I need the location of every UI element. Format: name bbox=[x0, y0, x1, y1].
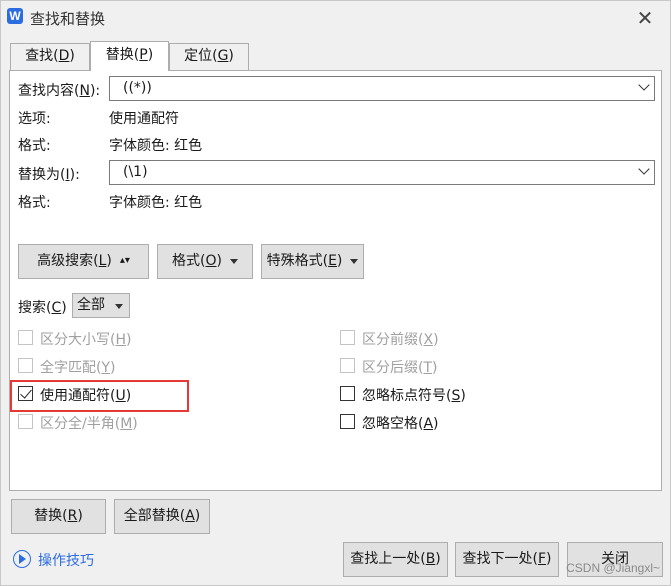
ignore-punctuation-checkbox[interactable] bbox=[340, 386, 355, 401]
search-label: 搜索(C) bbox=[18, 300, 67, 316]
replace-button-label: 替换 bbox=[34, 508, 63, 524]
search-label-key: C bbox=[51, 300, 62, 316]
match-prefix-text: 区分前缀 bbox=[362, 332, 418, 348]
width-sensitive-text: 区分全/半角 bbox=[40, 416, 115, 432]
special-format-button[interactable]: 特殊格式(E) bbox=[261, 244, 364, 279]
special-format-key: E bbox=[328, 253, 337, 269]
match-suffix-text: 区分后缀 bbox=[362, 360, 418, 376]
match-suffix-key: T bbox=[423, 360, 433, 376]
search-label-text: 搜索 bbox=[18, 300, 46, 316]
tab-goto-label: 定位 bbox=[184, 48, 213, 64]
tips-link[interactable]: 操作技巧 bbox=[38, 550, 94, 570]
replace-input[interactable]: (\1) bbox=[109, 160, 655, 185]
options-value: 使用通配符 bbox=[109, 111, 179, 127]
ignore-punctuation-label: 忽略标点符号(S) bbox=[362, 388, 466, 404]
find-input-value: ((*)) bbox=[123, 80, 152, 96]
options-label: 选项: bbox=[18, 111, 51, 127]
tab-replace-label: 替换 bbox=[105, 47, 134, 63]
replace-format-value: 字体颜色: 红色 bbox=[109, 195, 203, 211]
match-prefix-label: 区分前缀(X) bbox=[362, 332, 439, 348]
format-button[interactable]: 格式(O) bbox=[157, 244, 253, 279]
updown-icon: ▴▾ bbox=[119, 255, 130, 266]
watermark: CSDN @Jiangxl~ bbox=[566, 561, 660, 575]
match-case-label: 区分大小写(H) bbox=[40, 332, 132, 348]
whole-word-checkbox[interactable] bbox=[18, 358, 33, 373]
tab-find-label: 查找 bbox=[25, 48, 54, 64]
match-prefix-key: X bbox=[423, 332, 434, 348]
highlight-box bbox=[10, 380, 189, 412]
whole-word-key: Y bbox=[101, 360, 111, 376]
find-previous-key: B bbox=[425, 551, 436, 567]
match-case-text: 区分大小写 bbox=[40, 332, 110, 348]
find-previous-button[interactable]: 查找上一处(B) bbox=[343, 542, 448, 577]
chevron-down-icon[interactable] bbox=[638, 163, 650, 175]
tab-replace[interactable]: 替换(P) bbox=[90, 41, 169, 71]
match-suffix-checkbox[interactable] bbox=[340, 358, 355, 373]
find-next-label: 查找下一处 bbox=[462, 551, 533, 567]
ignore-punctuation-key: S bbox=[451, 388, 461, 404]
find-next-key: F bbox=[537, 551, 547, 567]
format-button-label: 格式 bbox=[172, 253, 201, 269]
find-next-button[interactable]: 查找下一处(F) bbox=[455, 542, 559, 577]
tab-replace-key: P bbox=[139, 47, 148, 63]
tab-find-key: D bbox=[58, 48, 70, 64]
search-scope-select[interactable]: 全部 bbox=[72, 293, 130, 318]
match-prefix-checkbox[interactable] bbox=[340, 330, 355, 345]
whole-word-label: 全字匹配(Y) bbox=[40, 360, 116, 376]
replace-button-key: R bbox=[67, 508, 78, 524]
replace-button[interactable]: 替换(R) bbox=[11, 499, 106, 534]
find-input[interactable]: ((*)) bbox=[109, 76, 655, 101]
replace-label-text: 替换为 bbox=[18, 167, 60, 183]
special-format-label: 特殊格式 bbox=[266, 253, 323, 269]
format-button-key: O bbox=[205, 253, 217, 269]
match-case-checkbox[interactable] bbox=[18, 330, 33, 345]
dropdown-arrow-icon bbox=[229, 258, 238, 264]
dropdown-arrow-icon bbox=[115, 304, 123, 309]
advanced-search-label: 高级搜索 bbox=[37, 253, 94, 269]
find-label-key: N bbox=[79, 83, 90, 99]
find-format-value: 字体颜色: 红色 bbox=[109, 138, 203, 154]
match-suffix-label: 区分后缀(T) bbox=[362, 360, 438, 376]
width-sensitive-key: M bbox=[120, 416, 133, 432]
width-sensitive-label: 区分全/半角(M) bbox=[40, 416, 138, 432]
find-label-text: 查找内容 bbox=[18, 83, 74, 99]
whole-word-text: 全字匹配 bbox=[40, 360, 96, 376]
title-bar: W 查找和替换 ✕ bbox=[1, 1, 670, 35]
replace-all-key: A bbox=[185, 508, 195, 524]
play-circle-icon[interactable] bbox=[13, 550, 31, 568]
search-scope-value: 全部 bbox=[77, 297, 105, 313]
window-title: 查找和替换 bbox=[30, 10, 106, 28]
replace-label-key: I bbox=[65, 167, 70, 183]
ignore-space-text: 忽略空格 bbox=[362, 416, 418, 432]
chevron-down-icon[interactable] bbox=[638, 79, 650, 91]
ignore-space-key: A bbox=[423, 416, 434, 432]
replace-all-label: 全部替换 bbox=[123, 508, 180, 524]
wps-app-icon: W bbox=[7, 8, 23, 24]
replace-format-label: 格式: bbox=[18, 195, 51, 211]
dropdown-arrow-icon bbox=[350, 258, 359, 264]
tab-goto[interactable]: 定位(G) bbox=[169, 43, 249, 70]
tab-goto-key: G bbox=[217, 48, 229, 64]
close-icon[interactable]: ✕ bbox=[632, 5, 658, 31]
width-sensitive-checkbox[interactable] bbox=[18, 414, 33, 429]
ignore-punctuation-text: 忽略标点符号 bbox=[362, 388, 446, 404]
replace-label: 替换为(I): bbox=[18, 167, 80, 183]
find-label: 查找内容(N): bbox=[18, 83, 101, 99]
find-replace-dialog: W 查找和替换 ✕ 查找(D) 替换(P) 定位(G) 查找内容(N): ((*… bbox=[0, 0, 671, 586]
replace-all-button[interactable]: 全部替换(A) bbox=[114, 499, 210, 534]
advanced-search-button[interactable]: 高级搜索(L) ▴▾ bbox=[18, 244, 149, 279]
advanced-search-key: L bbox=[98, 253, 107, 269]
match-case-key: H bbox=[115, 332, 126, 348]
ignore-space-label: 忽略空格(A) bbox=[362, 416, 439, 432]
replace-input-value: (\1) bbox=[123, 164, 148, 180]
find-format-label: 格式: bbox=[18, 138, 51, 154]
tab-find[interactable]: 查找(D) bbox=[10, 43, 90, 70]
find-previous-label: 查找上一处 bbox=[350, 551, 421, 567]
ignore-space-checkbox[interactable] bbox=[340, 414, 355, 429]
